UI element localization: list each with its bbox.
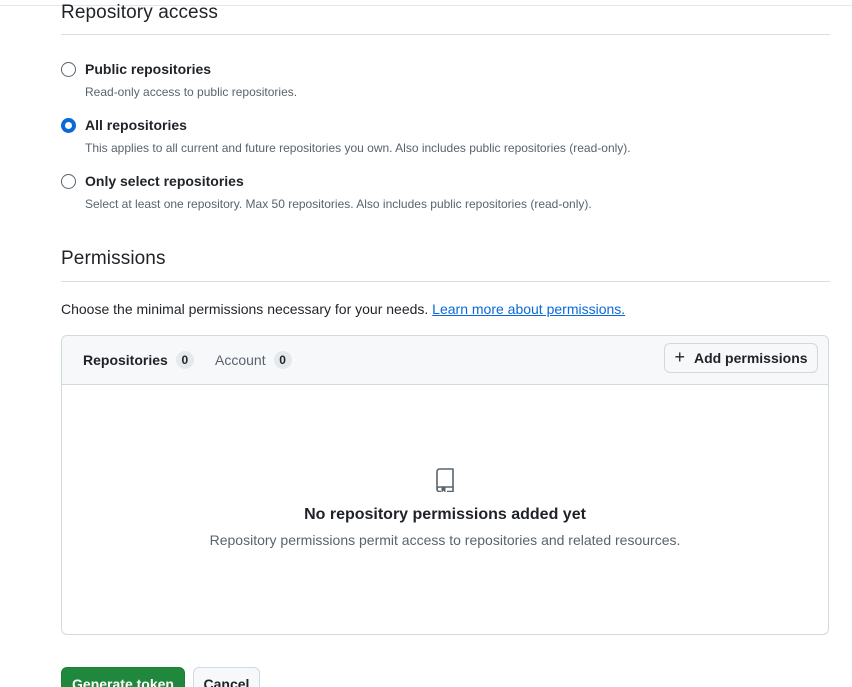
add-permissions-label: Add permissions (693, 350, 808, 366)
tab-counter: 0 (175, 351, 194, 369)
page: Repository access Public repositories Re… (0, 0, 852, 687)
add-permissions-button[interactable]: + Add permissions (664, 343, 818, 373)
permissions-title: Permissions (61, 248, 166, 269)
repo-icon (436, 468, 454, 492)
radio-button-select[interactable] (61, 174, 76, 189)
radio-description: Select at least one repository. Max 50 r… (85, 197, 592, 211)
permissions-divider (61, 281, 830, 282)
radio-description: This applies to all current and future r… (85, 141, 631, 155)
cancel-button[interactable]: Cancel (193, 667, 260, 687)
learn-more-link[interactable]: Learn more about permissions. (432, 301, 625, 317)
tab-account[interactable]: Account 0 (215, 351, 292, 369)
repository-access-divider (61, 34, 830, 35)
empty-state-title: No repository permissions added yet (304, 506, 586, 523)
radio-label[interactable]: All repositories (85, 117, 187, 133)
permissions-intro: Choose the minimal permissions necessary… (61, 301, 625, 317)
tab-label: Account (215, 352, 266, 368)
permissions-intro-text: Choose the minimal permissions necessary… (61, 301, 429, 317)
empty-state-description: Repository permissions permit access to … (209, 532, 681, 548)
radio-button-all[interactable] (61, 118, 76, 133)
generate-token-button[interactable]: Generate token (61, 667, 185, 687)
permissions-panel-header: Repositories 0 Account 0 + Add permissio… (62, 336, 828, 385)
empty-state: No repository permissions added yet Repo… (62, 468, 828, 548)
tab-counter: 0 (273, 351, 292, 369)
radio-label[interactable]: Only select repositories (85, 173, 244, 189)
plus-icon: + (674, 347, 685, 367)
radio-label[interactable]: Public repositories (85, 61, 211, 77)
radio-description: Read-only access to public repositories. (85, 85, 298, 99)
tab-repositories[interactable]: Repositories 0 (83, 351, 194, 369)
repository-access-title: Repository access (61, 2, 218, 23)
tab-label: Repositories (83, 352, 168, 368)
radio-button-public[interactable] (61, 62, 76, 77)
permissions-panel: Repositories 0 Account 0 + Add permissio… (61, 335, 829, 635)
